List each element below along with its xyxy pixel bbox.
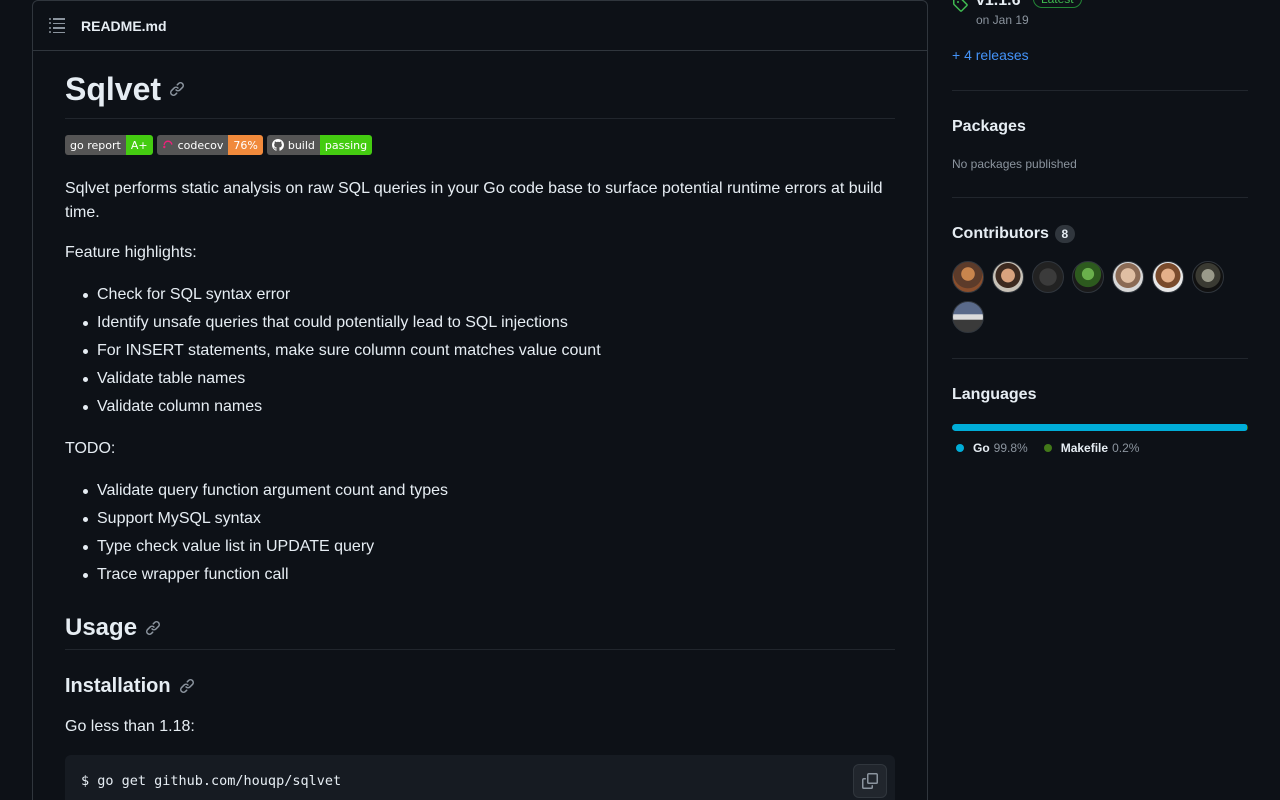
- release-date: on Jan 19: [976, 13, 1029, 27]
- list-item: Check for SQL syntax error: [83, 281, 895, 309]
- readme-content: Sqlvet go report A+ codecov 76% build pa…: [33, 51, 927, 800]
- language-item-go[interactable]: Go 99.8%: [956, 441, 1028, 455]
- language-bar-segment-go: [952, 424, 1248, 431]
- tag-icon: [953, 0, 968, 12]
- badge-value: passing: [319, 135, 373, 155]
- language-name: Go: [973, 441, 990, 455]
- languages-list: Go 99.8% Makefile 0.2%: [956, 441, 1139, 455]
- github-logo-icon: [271, 139, 284, 151]
- build-badge[interactable]: build passing: [266, 135, 373, 155]
- list-item: Support MySQL syntax: [83, 505, 895, 533]
- todo-list: Validate query function argument count a…: [65, 477, 895, 589]
- codecov-badge[interactable]: codecov 76%: [156, 135, 263, 155]
- latest-release[interactable]: v1.1.6 Latest on Jan 19: [952, 0, 1082, 27]
- badge-value: 76%: [228, 135, 263, 155]
- badge-value: A+: [125, 135, 153, 155]
- contributors-title-text: Contributors: [952, 225, 1049, 242]
- avatar[interactable]: [1192, 261, 1224, 293]
- languages-bar: [952, 424, 1248, 431]
- avatar[interactable]: [1152, 261, 1184, 293]
- divider: [952, 197, 1248, 198]
- usage-heading-text: Usage: [65, 614, 138, 641]
- link-icon[interactable]: [145, 620, 161, 636]
- list-item: Identify unsafe queries that could poten…: [83, 309, 895, 337]
- more-releases-link[interactable]: + 4 releases: [952, 47, 1029, 63]
- language-percent: 0.2%: [1112, 441, 1140, 455]
- badge-label: go report: [65, 135, 126, 155]
- badge-row: go report A+ codecov 76% build passing: [65, 135, 895, 155]
- copy-button[interactable]: [853, 764, 887, 798]
- list-item: Trace wrapper function call: [83, 561, 895, 589]
- avatar[interactable]: [1032, 261, 1064, 293]
- language-name: Makefile: [1060, 441, 1109, 455]
- language-color-dot: [956, 444, 964, 452]
- language-percent: 99.8%: [993, 441, 1028, 455]
- avatar[interactable]: [1112, 261, 1144, 293]
- languages-title: Languages: [952, 386, 1037, 403]
- divider: [952, 358, 1248, 359]
- readme-filename: README.md: [81, 17, 167, 34]
- avatar[interactable]: [952, 301, 984, 333]
- avatar[interactable]: [992, 261, 1024, 293]
- divider: [952, 90, 1248, 91]
- goreport-badge[interactable]: go report A+: [65, 135, 153, 155]
- readme-title: Sqlvet: [65, 69, 895, 119]
- badge-label-group: build: [266, 135, 320, 155]
- copy-icon: [862, 773, 878, 789]
- packages-title[interactable]: Packages: [952, 118, 1026, 136]
- language-item-makefile[interactable]: Makefile 0.2%: [1043, 441, 1140, 455]
- install-note: Go less than 1.18:: [65, 718, 195, 735]
- installation-heading: Installation: [65, 673, 895, 699]
- release-version[interactable]: v1.1.6: [976, 0, 1020, 9]
- link-icon[interactable]: [179, 678, 195, 694]
- packages-empty-text: No packages published: [952, 157, 1077, 171]
- features-list: Check for SQL syntax error Identify unsa…: [65, 281, 895, 421]
- link-icon[interactable]: [169, 81, 185, 97]
- intro-paragraph: Sqlvet performs static analysis on raw S…: [65, 180, 883, 221]
- list-item: Type check value list in UPDATE query: [83, 533, 895, 561]
- installation-heading-text: Installation: [65, 675, 171, 697]
- badge-label: codecov: [177, 138, 224, 152]
- todo-heading: TODO:: [65, 440, 116, 457]
- avatar[interactable]: [1072, 261, 1104, 293]
- features-heading: Feature highlights:: [65, 244, 197, 261]
- language-bar-segment-makefile: [1247, 424, 1248, 431]
- avatar[interactable]: [952, 261, 984, 293]
- code-text[interactable]: $ go get github.com/houqp/sqlvet: [81, 773, 341, 789]
- code-block: $ go get github.com/houqp/sqlvet: [65, 755, 895, 800]
- outline-list-icon[interactable]: [49, 17, 65, 34]
- latest-badge: Latest: [1032, 0, 1082, 8]
- readme-panel: README.md Sqlvet go report A+ codecov 76…: [32, 0, 928, 800]
- list-item: Validate query function argument count a…: [83, 477, 895, 505]
- list-item: Validate column names: [83, 393, 895, 421]
- readme-header: README.md: [33, 1, 927, 51]
- language-color-dot: [1043, 444, 1052, 452]
- codecov-logo-icon: [162, 140, 173, 149]
- contributors-title[interactable]: Contributors 8: [952, 225, 1075, 243]
- list-item: For INSERT statements, make sure column …: [83, 337, 895, 365]
- list-item: Validate table names: [83, 365, 895, 393]
- badge-label-group: codecov: [156, 135, 229, 155]
- usage-heading: Usage: [65, 613, 895, 650]
- readme-title-text: Sqlvet: [65, 71, 162, 107]
- badge-label: build: [287, 138, 315, 152]
- contributors-count: 8: [1054, 225, 1075, 243]
